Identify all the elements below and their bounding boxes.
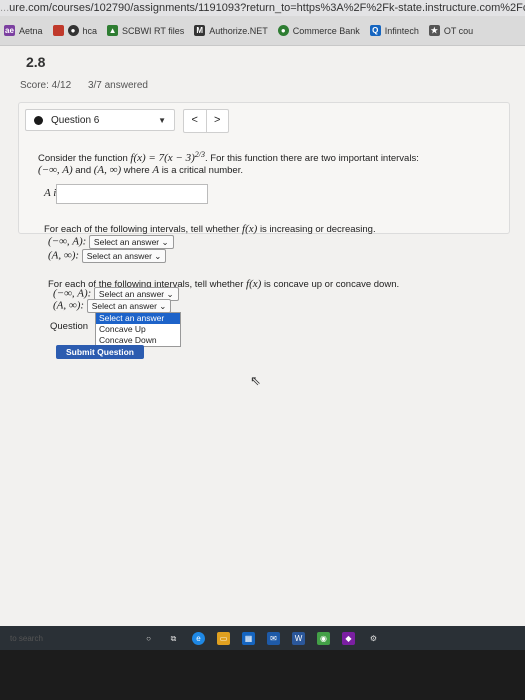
bookmark-commerce-bank[interactable]: ● Commerce Bank bbox=[277, 25, 360, 36]
drive-icon: ▲ bbox=[107, 25, 119, 36]
folder-icon bbox=[52, 25, 64, 36]
bookmarks-bar: ae Aetna ● hca ▲ SCBWI RT files M Author… bbox=[0, 16, 525, 46]
authorize-icon: M bbox=[194, 25, 206, 36]
concavity-row-2: (A, ∞): Select an answer ⌄ bbox=[53, 299, 172, 313]
a-answer-input[interactable] bbox=[56, 184, 208, 204]
address-bar[interactable]: ...ure.com/courses/102790/assignments/11… bbox=[0, 0, 525, 16]
increasing-select-1[interactable]: Select an answer ⌄ bbox=[88, 235, 174, 249]
fx-expression: f(x) bbox=[242, 223, 258, 235]
select-text: Select an answer bbox=[93, 237, 160, 247]
increasing-row-1: (−∞, A): Select an answer ⌄ bbox=[48, 235, 174, 249]
interval-expression: (−∞, A) bbox=[38, 164, 73, 176]
infintech-icon: Q bbox=[369, 25, 381, 36]
question-prompt-line1: Consider the function f(x) = 7(x − 3)2/3… bbox=[38, 150, 419, 164]
bookmark-label: SCBWI RT files bbox=[122, 25, 185, 36]
caret-down-icon: ▼ bbox=[158, 115, 166, 125]
bookmark-infintech[interactable]: Q Infintech bbox=[369, 25, 419, 36]
chevron-down-icon: ⌄ bbox=[166, 289, 174, 299]
commerce-icon: ● bbox=[277, 25, 289, 36]
interval-label: (A, ∞): bbox=[48, 249, 80, 262]
increasing-prompt: For each of the following intervals, tel… bbox=[44, 223, 376, 235]
interval-label: (−∞, A): bbox=[53, 287, 92, 300]
assignment-page: 2.8 Score: 4/12 3/7 answered Question 6 … bbox=[0, 46, 525, 626]
prompt-text: is concave up or concave down. bbox=[263, 279, 400, 290]
prompt-text: . For this function there are two import… bbox=[204, 153, 419, 165]
dropdown-option[interactable]: Select an answer bbox=[96, 313, 180, 324]
interval-label: (−∞, A): bbox=[48, 235, 87, 248]
mail-icon[interactable]: ✉ bbox=[267, 631, 280, 645]
taskbar: to search ○ ⧉ e ▭ ▦ ✉ W ◉ ◆ ⚙ bbox=[0, 626, 525, 650]
chrome-icon[interactable]: ◉ bbox=[317, 631, 330, 645]
submit-question-button[interactable]: Submit Question bbox=[56, 345, 144, 359]
increasing-row-2: (A, ∞): Select an answer ⌄ bbox=[48, 249, 167, 263]
question-nav-buttons: < > bbox=[183, 109, 229, 133]
hca-icon: ● bbox=[67, 25, 79, 36]
task-view-icon[interactable]: ⧉ bbox=[167, 632, 180, 645]
bookmark-label: hca bbox=[82, 25, 98, 36]
desk-surface bbox=[0, 650, 525, 700]
store-icon[interactable]: ▦ bbox=[242, 631, 255, 645]
ot-icon: ★ bbox=[428, 25, 440, 36]
function-exponent: 2/3 bbox=[194, 150, 205, 159]
url-text: ure.com/courses/102790/assignments/11910… bbox=[9, 2, 525, 14]
file-explorer-icon[interactable]: ▭ bbox=[217, 631, 230, 645]
score-text: Score: 4/12 bbox=[20, 80, 72, 91]
bookmark-authorize-net[interactable]: M Authorize.NET bbox=[194, 25, 268, 36]
question-help-label: Question bbox=[50, 321, 89, 332]
bookmark-aetna[interactable]: ae Aetna bbox=[4, 25, 43, 36]
url-prefix: ... bbox=[0, 2, 10, 14]
bookmark-scbwi[interactable]: ▲ SCBWI RT files bbox=[107, 25, 184, 36]
prompt-text: Consider the function bbox=[38, 153, 128, 165]
prompt-text: is a critical number. bbox=[161, 165, 243, 176]
increasing-select-2[interactable]: Select an answer ⌄ bbox=[81, 249, 167, 263]
bookmark-hca[interactable]: ● hca bbox=[52, 25, 98, 36]
mouse-cursor-icon: ⇖ bbox=[250, 373, 261, 388]
concavity-dropdown-list: Select an answer Concave Up Concave Down bbox=[95, 312, 181, 347]
settings-gear-icon[interactable]: ⚙ bbox=[367, 632, 380, 645]
concavity-select-2[interactable]: Select an answer ⌄ bbox=[86, 299, 172, 313]
function-expression: f(x) = 7(x − 3) bbox=[130, 152, 195, 165]
select-text: Select an answer bbox=[98, 289, 165, 299]
interval-label: (A, ∞): bbox=[53, 299, 85, 312]
prompt-text: For each of the following intervals, tel… bbox=[44, 224, 240, 235]
prompt-text: where bbox=[123, 165, 150, 176]
bookmark-label: Authorize.NET bbox=[209, 25, 268, 36]
bookmark-label: Commerce Bank bbox=[292, 25, 360, 36]
variable-a: A bbox=[152, 164, 160, 176]
app-icon[interactable]: ◆ bbox=[342, 631, 355, 645]
dropdown-option[interactable]: Concave Up bbox=[96, 324, 180, 335]
bookmark-label: OT cou bbox=[443, 25, 474, 36]
edge-icon[interactable]: e bbox=[192, 631, 205, 645]
prompt-text: and bbox=[75, 165, 92, 176]
next-question-button[interactable]: > bbox=[207, 110, 229, 132]
answered-text: 3/7 answered bbox=[87, 80, 148, 91]
chevron-down-icon: ⌄ bbox=[159, 301, 167, 311]
chevron-down-icon: ⌄ bbox=[154, 251, 162, 261]
assignment-title: 2.8 bbox=[26, 54, 46, 70]
cortana-icon[interactable]: ○ bbox=[142, 632, 155, 645]
prev-question-button[interactable]: < bbox=[184, 110, 207, 132]
bookmark-ot[interactable]: ★ OT cou bbox=[428, 25, 474, 36]
interval-expression: (A, ∞) bbox=[93, 164, 122, 176]
question-select[interactable]: Question 6 ▼ bbox=[25, 109, 175, 131]
question-prompt-line2: (−∞, A) and (A, ∞) where A is a critical… bbox=[38, 164, 243, 176]
bookmark-label: Infintech bbox=[384, 25, 419, 36]
bookmark-label: Aetna bbox=[19, 25, 43, 36]
word-icon[interactable]: W bbox=[292, 631, 305, 645]
select-text: Select an answer bbox=[91, 301, 157, 311]
taskbar-search[interactable]: to search bbox=[10, 634, 130, 643]
fx-expression: f(x) bbox=[246, 278, 262, 290]
aetna-icon: ae bbox=[4, 25, 15, 36]
score-line: Score: 4/12 3/7 answered bbox=[20, 80, 162, 91]
status-dot-icon bbox=[34, 115, 43, 125]
chevron-down-icon: ⌄ bbox=[161, 237, 169, 247]
question-select-label: Question 6 bbox=[51, 114, 100, 126]
prompt-text: is increasing or decreasing. bbox=[259, 224, 376, 235]
select-text: Select an answer bbox=[86, 251, 152, 261]
